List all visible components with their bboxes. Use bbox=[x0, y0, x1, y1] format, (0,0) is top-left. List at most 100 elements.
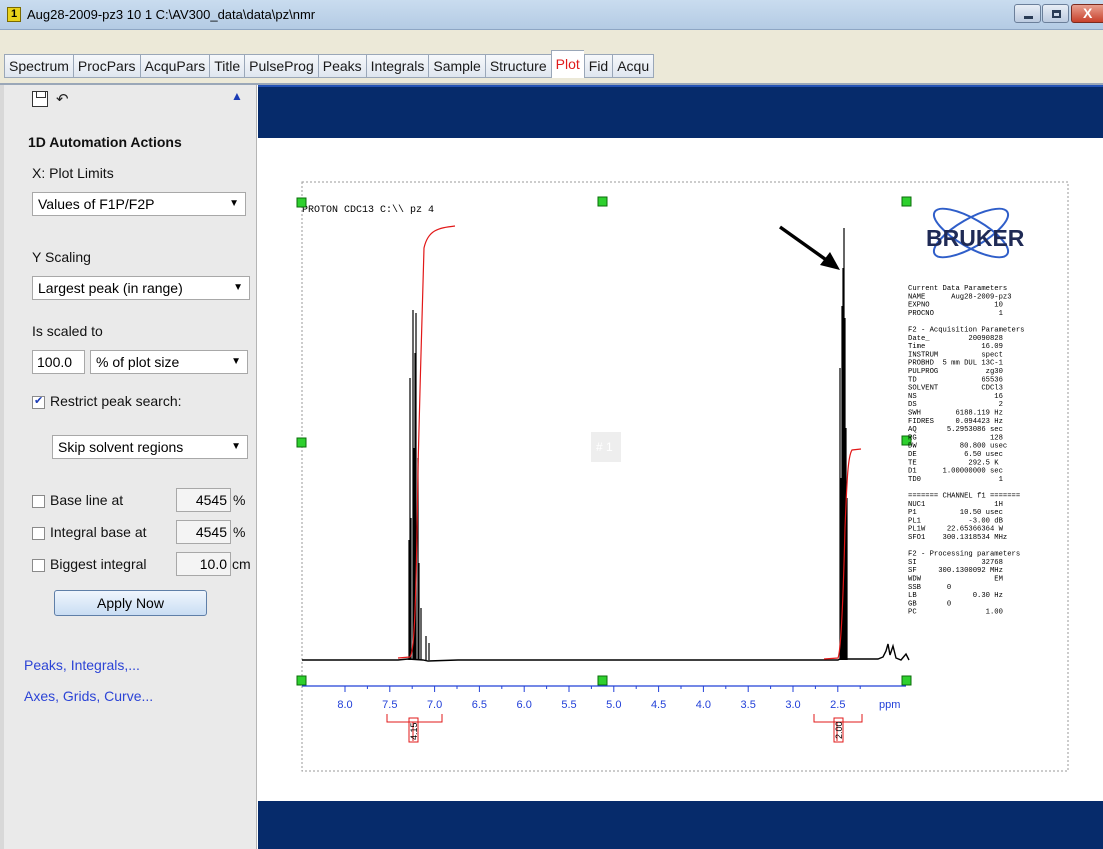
tab-acqu[interactable]: Acqu bbox=[612, 54, 655, 78]
integral-curve-aromatic bbox=[397, 225, 456, 659]
tab-fid[interactable]: Fid bbox=[583, 54, 613, 78]
parameter-line: SSB 0 bbox=[908, 584, 951, 592]
parameter-line: RG 128 bbox=[908, 434, 1003, 442]
parameter-line: TD0 1 bbox=[908, 476, 1003, 484]
close-button[interactable]: X bbox=[1071, 4, 1103, 23]
chevron-down-icon: ▼ bbox=[229, 198, 239, 209]
tab-pulseprog[interactable]: PulseProg bbox=[244, 54, 318, 78]
x-axis-tick-label: 7.0 bbox=[427, 699, 442, 711]
baseline-unit: % bbox=[233, 492, 246, 508]
bruker-logo: BRUKER bbox=[926, 207, 1025, 259]
parameter-line: INSTRUM spect bbox=[908, 351, 1003, 359]
solvent-region-select[interactable]: Skip solvent regions ▼ bbox=[52, 435, 248, 459]
parameter-line: PULPROG zg30 bbox=[908, 368, 1003, 376]
parameter-line: NAME Aug28-2009-pz3 bbox=[908, 293, 1012, 301]
scaled-value-input[interactable]: 100.0 bbox=[32, 350, 85, 374]
y-scaling-select[interactable]: Largest peak (in range) ▼ bbox=[32, 276, 250, 300]
parameter-line: WDW EM bbox=[908, 576, 1003, 584]
solvent-region-value: Skip solvent regions bbox=[58, 439, 184, 455]
biggest-integral-input[interactable]: 10.0 bbox=[176, 552, 231, 576]
tab-structure[interactable]: Structure bbox=[484, 54, 551, 78]
parameter-line: Time 16.09 bbox=[908, 343, 1003, 351]
parameter-line: DE 6.50 usec bbox=[908, 451, 1003, 459]
biggest-integral-unit: cm bbox=[232, 556, 251, 572]
maximize-button[interactable] bbox=[1042, 4, 1069, 23]
parameter-line: GB 0 bbox=[908, 600, 951, 608]
x-axis-tick-label: 4.0 bbox=[696, 699, 711, 711]
parameter-line: PC 1.00 bbox=[908, 609, 1003, 617]
plot-preview: PROTON CDC13 C:\\ pz 4 # 1 8.0 7.5 7.0 6… bbox=[258, 85, 1103, 849]
watermark: # 1 bbox=[596, 440, 613, 454]
baseline-checkbox[interactable] bbox=[32, 495, 45, 508]
parameter-line: LB 0.30 Hz bbox=[908, 592, 1003, 600]
parameter-line: DS 2 bbox=[908, 401, 1003, 409]
apply-now-button[interactable]: Apply Now bbox=[54, 590, 207, 616]
restrict-peak-label: Restrict peak search: bbox=[50, 393, 182, 409]
tab-bar: Spectrum ProcPars AcquPars Title PulseProg Pe… bbox=[0, 30, 1103, 85]
annotation-arrow bbox=[779, 225, 833, 266]
baseline-label: Base line at bbox=[50, 492, 124, 508]
parameter-line: D1 1.00000000 sec bbox=[908, 468, 1003, 476]
tab-plot[interactable]: Plot bbox=[550, 50, 584, 78]
x-axis-unit: ppm bbox=[879, 699, 900, 711]
plot-header-band bbox=[258, 85, 1103, 138]
tab-acqupars[interactable]: AcquPars bbox=[139, 54, 210, 78]
chevron-down-icon: ▼ bbox=[231, 441, 241, 452]
tab-integrals[interactable]: Integrals bbox=[365, 54, 429, 78]
x-axis-tick-label: 6.0 bbox=[517, 699, 532, 711]
tab-procpars[interactable]: ProcPars bbox=[72, 54, 140, 78]
close-icon: X bbox=[1083, 5, 1093, 21]
x-axis-tick-label: 2.5 bbox=[830, 699, 845, 711]
x-axis-tick-label: 8.0 bbox=[337, 699, 352, 711]
collapse-panel-icon[interactable]: ▲ bbox=[231, 89, 243, 103]
parameter-line: SFO1 300.1318534 MHz bbox=[908, 534, 1007, 542]
maximize-icon bbox=[1052, 10, 1061, 18]
bruker-logo-text: BRUKER bbox=[926, 225, 1025, 251]
tab-title[interactable]: Title bbox=[209, 54, 245, 78]
parameter-line: F2 - Acquisition Parameters bbox=[908, 327, 1024, 335]
scaled-to-label: Is scaled to bbox=[32, 323, 103, 339]
parameter-line: PROBHD 5 mm DUL 13C-1 bbox=[908, 360, 1003, 368]
x-axis-tick-label: 3.5 bbox=[741, 699, 756, 711]
parameter-line: DW 80.800 usec bbox=[908, 443, 1007, 451]
tab-peaks[interactable]: Peaks bbox=[317, 54, 366, 78]
parameter-line: PL1 -3.00 dB bbox=[908, 517, 1004, 525]
parameter-line: SOLVENT CDCl3 bbox=[908, 385, 1003, 393]
parameter-line: NUC1 1H bbox=[908, 501, 1003, 509]
chevron-down-icon: ▼ bbox=[231, 356, 241, 367]
x-limits-select[interactable]: Values of F1P/F2P ▼ bbox=[32, 192, 246, 216]
chevron-down-icon: ▼ bbox=[233, 282, 243, 293]
plot-canvas: PROTON CDC13 C:\\ pz 4 # 1 8.0 7.5 7.0 6… bbox=[296, 181, 1069, 772]
undo-icon[interactable]: ↶ bbox=[56, 90, 69, 108]
integral-base-label: Integral base at bbox=[50, 524, 147, 540]
window-number-badge: 1 bbox=[7, 7, 21, 22]
restrict-peak-checkbox[interactable] bbox=[32, 394, 45, 409]
parameter-line: SWH 6188.119 Hz bbox=[908, 410, 1003, 418]
parameter-line: FIDRES 0.094423 Hz bbox=[908, 418, 1003, 426]
integral-base-input[interactable]: 4545 bbox=[176, 520, 231, 544]
biggest-integral-checkbox[interactable] bbox=[32, 559, 45, 572]
minimize-button[interactable] bbox=[1014, 4, 1041, 23]
spectrum-title: PROTON CDC13 C:\\ pz 4 bbox=[302, 204, 434, 216]
integral-label-aromatic: 4.15 bbox=[409, 722, 419, 740]
tab-spectrum[interactable]: Spectrum bbox=[4, 54, 73, 78]
plot-footer-band bbox=[258, 801, 1103, 849]
minimize-icon bbox=[1024, 16, 1033, 19]
x-axis-tick-label: 7.5 bbox=[382, 699, 397, 711]
x-limits-value: Values of F1P/F2P bbox=[38, 196, 155, 212]
parameter-line: P1 10.50 usec bbox=[908, 509, 1003, 517]
scaled-unit-select[interactable]: % of plot size ▼ bbox=[90, 350, 248, 374]
integral-base-unit: % bbox=[233, 524, 246, 540]
parameter-line: TE 292.5 K bbox=[908, 459, 999, 467]
integral-base-checkbox[interactable] bbox=[32, 527, 45, 540]
peaks-integrals-link[interactable]: Peaks, Integrals,... bbox=[24, 657, 140, 673]
save-icon[interactable] bbox=[32, 91, 48, 107]
integral-label-aliphatic: 2.00 bbox=[834, 721, 844, 739]
tab-sample[interactable]: Sample bbox=[428, 54, 485, 78]
x-limits-label: X: Plot Limits bbox=[32, 165, 114, 181]
parameter-line: ======= CHANNEL f1 ======= bbox=[908, 493, 1020, 501]
baseline-input[interactable]: 4545 bbox=[176, 488, 231, 512]
axes-grids-link[interactable]: Axes, Grids, Curve... bbox=[24, 688, 153, 704]
parameter-line: PROCNO 1 bbox=[908, 310, 1003, 318]
parameter-line: AQ 5.2953086 sec bbox=[908, 426, 1003, 434]
